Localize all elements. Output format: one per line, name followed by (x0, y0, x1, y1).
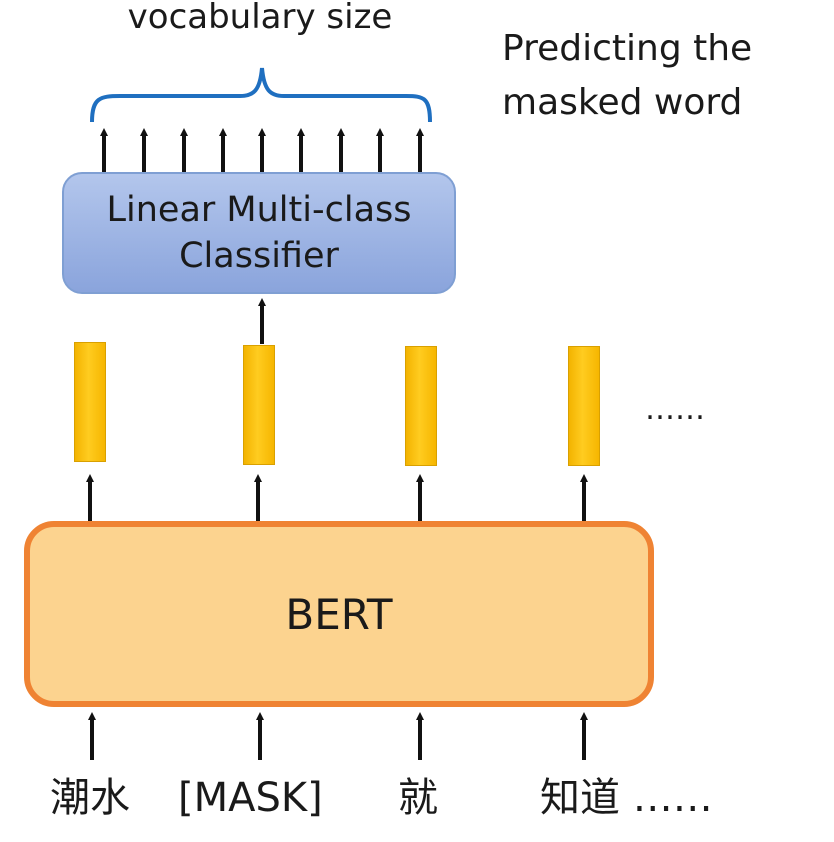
vocabulary-size-label: vocabulary size (127, 0, 393, 37)
output-vector-mask (243, 345, 275, 465)
token-mask: [MASK] (178, 775, 323, 821)
output-vector-3 (405, 346, 437, 466)
vocabulary-brace (90, 67, 432, 123)
token-jiu: 就 (398, 775, 438, 821)
token-zhidao: 知道 …… (540, 775, 713, 821)
token-chaoshui: 潮水 (50, 775, 130, 821)
linear-classifier-box: Linear Multi-class Classifier (62, 172, 456, 294)
bert-label: BERT (285, 589, 393, 639)
output-arrows (100, 128, 424, 172)
classifier-label-line2: Classifier (179, 236, 339, 276)
output-vector-1 (74, 342, 106, 462)
vector-ellipsis: …… (645, 392, 705, 427)
bert-encoder-box: BERT (24, 521, 654, 707)
classifier-label-line1: Linear Multi-class (106, 190, 412, 230)
predicting-masked-word-label: Predicting the masked word (502, 28, 753, 123)
token-input-arrows (88, 712, 588, 760)
bert-output-arrows (86, 474, 588, 521)
output-vector-4 (568, 346, 600, 466)
